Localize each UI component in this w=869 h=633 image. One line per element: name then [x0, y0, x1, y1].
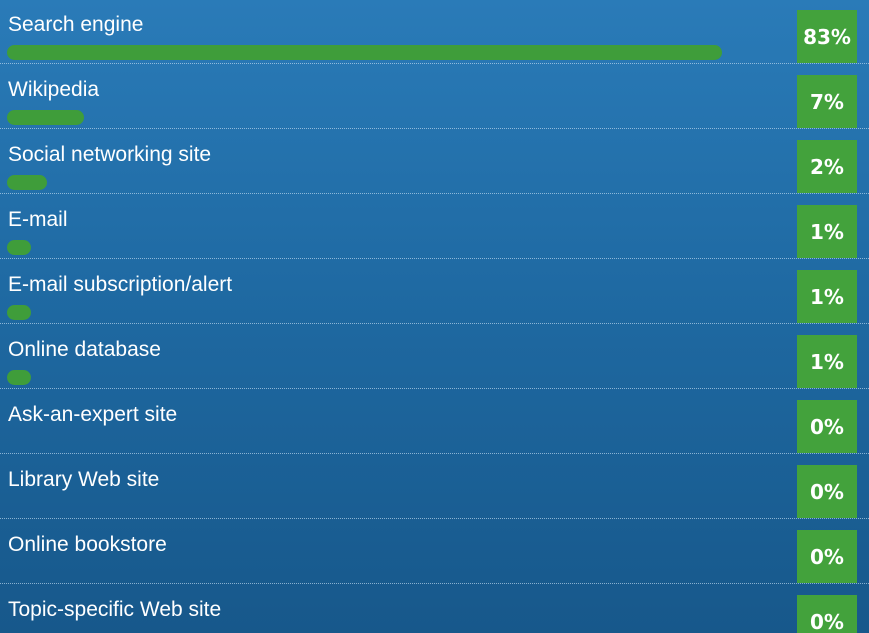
value-label: 1% [797, 270, 857, 323]
category-label: Social networking site [8, 143, 212, 166]
chart-row: Wikipedia 7% [0, 63, 869, 128]
chart-row: Social networking site 2% [0, 128, 869, 193]
chart-row: Online database 1% [0, 323, 869, 388]
bar [7, 45, 722, 60]
chart-row: Ask-an-expert site 0% [0, 388, 869, 453]
category-label: Search engine [8, 13, 144, 36]
chart-row: E-mail 1% [0, 193, 869, 258]
bar [7, 305, 31, 320]
bar [7, 110, 84, 125]
chart-row: Topic-specific Web site 0% [0, 583, 869, 633]
value-label: 0% [797, 465, 857, 518]
value-label: 2% [797, 140, 857, 193]
value-label: 0% [797, 400, 857, 453]
bar [7, 370, 31, 385]
bar [7, 175, 47, 190]
category-label: E-mail subscription/alert [8, 273, 233, 296]
category-label: E-mail [8, 208, 68, 231]
category-label: Wikipedia [8, 78, 100, 101]
value-label: 1% [797, 335, 857, 388]
value-label: 83% [797, 10, 857, 63]
chart-row: Online bookstore 0% [0, 518, 869, 583]
chart-row: Library Web site 0% [0, 453, 869, 518]
bar-chart: Search engine 83% Wikipedia 7% Social networ… [0, 0, 869, 633]
category-label: Online bookstore [8, 533, 167, 556]
value-label: 7% [797, 75, 857, 128]
category-label: Library Web site [8, 468, 160, 491]
bar [7, 240, 31, 255]
chart-row: E-mail subscription/alert 1% [0, 258, 869, 323]
category-label: Ask-an-expert site [8, 403, 178, 426]
value-label: 1% [797, 205, 857, 258]
value-label: 0% [797, 530, 857, 583]
value-label: 0% [797, 595, 857, 633]
category-label: Topic-specific Web site [8, 598, 222, 621]
category-label: Online database [8, 338, 161, 361]
chart-row: Search engine 83% [0, 0, 869, 63]
